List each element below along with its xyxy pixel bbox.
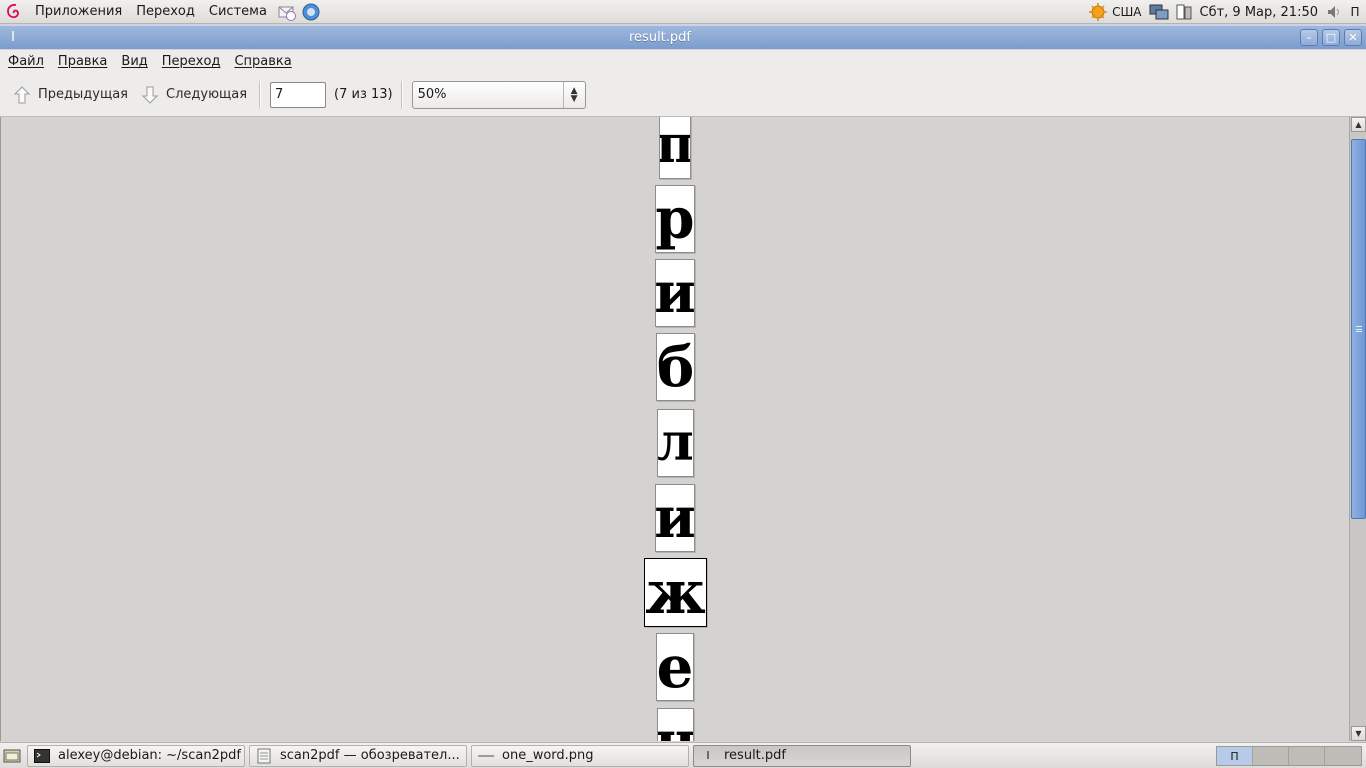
menu-places[interactable]: Переход [129, 0, 202, 24]
pdf-page[interactable]: и [655, 259, 695, 327]
page-glyph: п [660, 119, 690, 171]
volume-icon[interactable] [1324, 0, 1344, 24]
vertical-scrollbar[interactable]: ▲ ▼ [1349, 117, 1366, 741]
page-count-label: (7 из 13) [334, 87, 393, 102]
arrow-down-icon [141, 86, 159, 104]
page-glyph: е [656, 633, 694, 701]
page-glyph: и [655, 260, 695, 326]
previous-page-label: Предыдущая [38, 87, 128, 102]
previous-page-button[interactable]: Предыдущая [8, 79, 132, 111]
update-notifier-icon[interactable] [1086, 0, 1110, 24]
taskbar-item-label: one_word.png [502, 748, 594, 763]
bottom-panel: alexey@debian: ~/scan2pdf scan2pdf — обо… [0, 742, 1366, 768]
scrollbar-thumb[interactable] [1351, 139, 1366, 519]
toolbar-separator [400, 80, 402, 109]
pdf-page[interactable]: л [657, 409, 694, 477]
menu-system[interactable]: Система [202, 0, 274, 24]
menu-help[interactable]: Справка [227, 50, 298, 73]
menu-applications[interactable]: Приложения [28, 0, 129, 24]
menu-view[interactable]: Вид [114, 50, 154, 73]
page-glyph: б [656, 334, 695, 400]
close-button[interactable]: ✕ [1344, 29, 1362, 46]
zoom-value: 50% [417, 87, 447, 102]
document-icon: Ι [706, 749, 710, 762]
show-desktop-icon[interactable] [1, 745, 23, 767]
toolbar: Предыдущая Следующая (7 из 13) 50% ▲▼ [0, 73, 1366, 117]
mail-clock-launcher-icon[interactable] [276, 1, 298, 23]
page-glyph: р [655, 186, 695, 252]
web-browser-launcher-icon[interactable] [300, 1, 322, 23]
scroll-up-arrow-icon[interactable]: ▲ [1351, 117, 1366, 132]
page-number-input[interactable] [270, 81, 327, 108]
page-glyph: и [655, 485, 695, 551]
zoom-select[interactable]: 50% ▲ ▼ [411, 80, 586, 109]
workspace-4[interactable] [1325, 747, 1361, 765]
menubar: Файл Правка Вид Переход Справка [0, 50, 1366, 73]
chevron-updown-icon: ▲ ▼ [562, 81, 585, 108]
scroll-down-arrow-icon[interactable]: ▼ [1351, 726, 1366, 741]
clock[interactable]: Сбт, 9 Мар, 21:50 [1196, 0, 1325, 24]
top-panel: Приложения Переход Система США Сбт, 9 Ма… [0, 0, 1366, 24]
taskbar-item-file-browser[interactable]: scan2pdf — обозревател... [249, 744, 467, 767]
toolbar-separator [259, 80, 261, 109]
terminal-icon [34, 748, 50, 764]
file-browser-icon [256, 748, 272, 764]
page-glyph: н [658, 714, 693, 741]
taskbar-item-label: result.pdf [724, 748, 786, 763]
pdf-page[interactable]: б [656, 333, 695, 401]
pdf-page-current[interactable]: ж [644, 558, 707, 627]
workspace-1[interactable]: П [1217, 747, 1253, 765]
workspace-3[interactable] [1289, 747, 1325, 765]
menu-file[interactable]: Файл [1, 50, 51, 73]
menu-edit[interactable]: Правка [51, 50, 114, 73]
taskbar-item-result-pdf[interactable]: Ι result.pdf [693, 744, 911, 767]
image-icon [478, 748, 494, 764]
workspace-2[interactable] [1253, 747, 1289, 765]
next-page-label: Следующая [166, 87, 248, 102]
pdf-page[interactable]: п [659, 117, 691, 179]
pdf-page[interactable]: р [655, 185, 695, 253]
pdf-page[interactable]: и [655, 484, 695, 552]
system-tray: США Сбт, 9 Мар, 21:50 П [1086, 0, 1366, 24]
minimize-button[interactable]: – [1300, 29, 1318, 46]
window-titlebar[interactable]: I result.pdf – □ ✕ [0, 25, 1366, 49]
taskbar-item-label: scan2pdf — обозревател... [280, 748, 460, 763]
window-title: result.pdf [629, 30, 691, 45]
network-icon[interactable] [1146, 0, 1172, 24]
maximize-button[interactable]: □ [1322, 29, 1340, 46]
taskbar-item-label: alexey@debian: ~/scan2pdf [58, 748, 241, 763]
page-glyph: ж [645, 558, 706, 627]
window-controls: – □ ✕ [1300, 29, 1362, 46]
arrow-up-icon [13, 85, 31, 103]
pdf-page[interactable]: н [657, 708, 694, 741]
pdf-page[interactable]: е [656, 633, 694, 701]
panel-show-desktop-button[interactable]: П [1344, 0, 1366, 24]
debian-logo-icon[interactable] [0, 0, 28, 24]
workspace-switcher: П [1216, 746, 1362, 766]
menu-go[interactable]: Переход [155, 50, 228, 73]
page-glyph: л [657, 412, 694, 473]
taskbar-item-image[interactable]: one_word.png [471, 744, 689, 767]
taskbar-item-terminal[interactable]: alexey@debian: ~/scan2pdf [27, 744, 245, 767]
keyboard-layout-indicator[interactable]: США [1110, 0, 1145, 24]
grip-icon [1356, 326, 1362, 332]
next-page-button[interactable]: Следующая [136, 79, 251, 111]
battery-icon[interactable] [1172, 0, 1196, 24]
document-view[interactable]: приближен [0, 117, 1348, 741]
